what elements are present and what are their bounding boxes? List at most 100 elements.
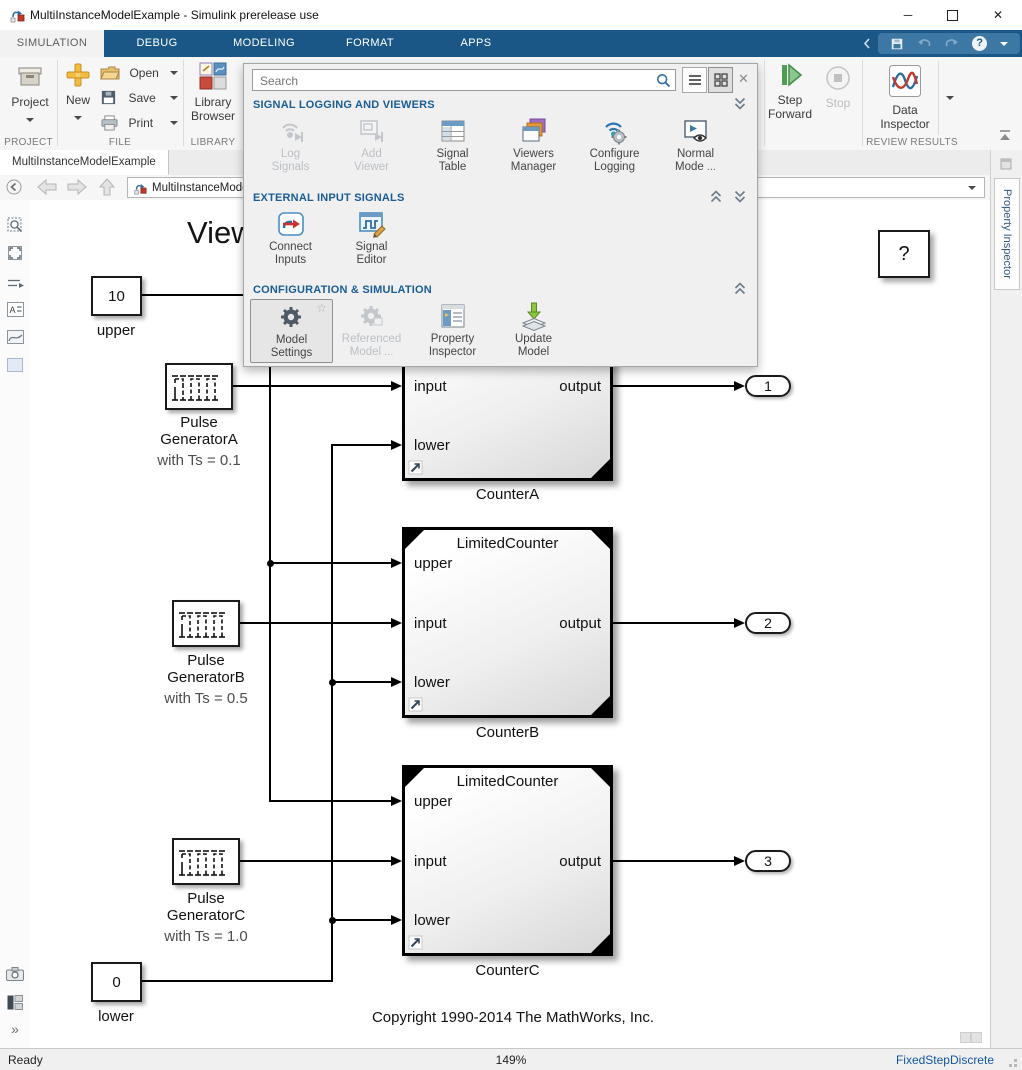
signal-table-button[interactable]: Signal Table [412, 114, 493, 174]
update-model-button[interactable]: Update Model [493, 299, 574, 359]
up-icon[interactable] [98, 177, 116, 197]
close-button[interactable]: ✕ [976, 0, 1020, 30]
zoom-region-icon[interactable] [6, 216, 24, 234]
outport-1[interactable]: 1 [745, 375, 791, 397]
add-viewer-button[interactable]: Add Viewer [331, 114, 412, 174]
step-forward-button[interactable]: Step Forward [768, 62, 812, 121]
model-block-counter-c[interactable]: LimitedCounter upper input lower output [402, 765, 613, 956]
save-quick-icon[interactable] [890, 37, 904, 51]
undo-icon[interactable] [917, 37, 932, 50]
grid-view-button[interactable] [708, 67, 733, 93]
open-button[interactable]: Open [100, 64, 178, 84]
wire[interactable] [142, 980, 333, 982]
connect-inputs-button[interactable]: Connect Inputs [250, 207, 331, 267]
wire-arrowhead [391, 618, 402, 628]
ribbon-tab-bar: SIMULATION DEBUG MODELING FORMAT APPS ? [0, 30, 1022, 57]
constant-block-upper[interactable]: 10 [91, 276, 142, 316]
help-icon[interactable]: ? [972, 36, 988, 51]
normal-mode-button[interactable]: Normal Mode... [655, 114, 736, 174]
model-info-block[interactable]: ? [878, 230, 930, 278]
data-inspector-dropdown[interactable] [939, 61, 961, 135]
back-icon[interactable] [36, 178, 58, 196]
area-icon[interactable] [6, 356, 24, 374]
collapse-section-down-icon[interactable] [734, 97, 746, 111]
port-label-output: output [559, 378, 601, 395]
signal-lines-icon[interactable] [6, 274, 24, 292]
outport-2[interactable]: 2 [745, 612, 791, 634]
dock-controls-icon[interactable] [1000, 158, 1012, 170]
model-block-counter-b[interactable]: LimitedCounter upper input lower output [402, 527, 613, 718]
open-model-icon[interactable] [408, 935, 423, 950]
wire[interactable] [269, 294, 271, 802]
wire-arrowhead [391, 856, 402, 866]
pulse-generator-b-block[interactable] [172, 600, 240, 647]
constant-block-lower[interactable]: 0 [91, 962, 142, 1002]
wire[interactable] [613, 622, 734, 624]
collapse-section-down-icon[interactable] [734, 190, 746, 204]
property-inspector-tab[interactable]: Property Inspector [994, 178, 1020, 290]
forward-icon[interactable] [66, 178, 88, 196]
hide-explorer-icon[interactable] [6, 179, 22, 195]
open-model-icon[interactable] [408, 697, 423, 712]
collapse-ribbon-icon[interactable] [998, 129, 1012, 142]
tab-modeling[interactable]: MODELING [210, 30, 318, 57]
search-input[interactable] [258, 71, 652, 91]
wire[interactable] [613, 860, 734, 862]
quick-access-chevron-icon[interactable] [863, 38, 871, 49]
tab-simulation[interactable]: SIMULATION [0, 30, 104, 57]
model-browser-icon[interactable] [6, 993, 24, 1011]
pulse-generator-a-block[interactable] [165, 363, 233, 410]
wire-junction [267, 560, 274, 567]
collapse-section-up-icon[interactable] [710, 190, 722, 204]
configure-logging-button[interactable]: Configure Logging [574, 114, 655, 174]
project-button[interactable]: Project [8, 62, 52, 127]
screenshot-icon[interactable] [6, 965, 24, 983]
breadcrumb-dropdown-arrow[interactable] [968, 186, 976, 190]
property-inspector-button[interactable]: Property Inspector [412, 299, 493, 359]
minimize-button[interactable]: ─ [886, 0, 930, 30]
tab-debug[interactable]: DEBUG [104, 30, 210, 57]
save-button[interactable]: Save [100, 89, 178, 109]
stop-button[interactable]: Stop [818, 65, 858, 110]
annotation-icon[interactable]: A [6, 300, 24, 318]
data-inspector-button[interactable]: Data Inspector [872, 61, 939, 135]
redo-icon[interactable] [944, 37, 959, 50]
wire[interactable] [269, 800, 391, 802]
wire[interactable] [331, 444, 333, 982]
fit-to-view-icon[interactable] [6, 244, 24, 262]
canvas-grip[interactable] [960, 1030, 982, 1043]
outport-3[interactable]: 3 [745, 850, 791, 872]
referenced-model-settings-button[interactable]: Referenced Model... [331, 299, 412, 359]
list-view-button[interactable] [682, 67, 707, 93]
panel-close-button[interactable]: ✕ [738, 71, 749, 87]
status-solver[interactable]: FixedStepDiscrete [896, 1053, 994, 1067]
tab-apps[interactable]: APPS [422, 30, 530, 57]
signal-editor-button[interactable]: Signal Editor [331, 207, 412, 267]
maximize-button[interactable] [930, 0, 974, 30]
print-button[interactable]: Print [100, 114, 178, 134]
model-settings-button[interactable]: ☆ Model Settings [250, 299, 333, 363]
favorite-star-icon[interactable]: ☆ [316, 301, 327, 315]
pulse-generator-c-block[interactable] [172, 838, 240, 885]
panel-search[interactable] [252, 69, 676, 91]
expand-palette-icon[interactable]: » [6, 1020, 24, 1038]
library-browser-button[interactable]: Library Browser [188, 62, 238, 123]
wire[interactable] [240, 622, 391, 624]
help-dropdown-arrow[interactable] [999, 41, 1008, 46]
referenced-model-gear-icon [360, 306, 382, 326]
document-tab[interactable]: MultiInstanceModelExample [0, 150, 169, 175]
model-settings-gear-icon [280, 307, 301, 327]
wire[interactable] [613, 385, 734, 387]
wire[interactable] [333, 919, 391, 921]
wire[interactable] [331, 444, 391, 446]
image-icon[interactable] [6, 328, 24, 346]
log-signals-button[interactable]: Log Signals [250, 114, 331, 174]
wire[interactable] [233, 385, 391, 387]
new-button[interactable]: New [62, 62, 94, 125]
viewers-manager-button[interactable]: Viewers Manager [493, 114, 574, 174]
wire[interactable] [240, 860, 391, 862]
wire[interactable] [333, 681, 391, 683]
open-model-icon[interactable] [408, 460, 423, 475]
tab-format[interactable]: FORMAT [318, 30, 422, 57]
collapse-section-up-icon[interactable] [734, 282, 746, 296]
